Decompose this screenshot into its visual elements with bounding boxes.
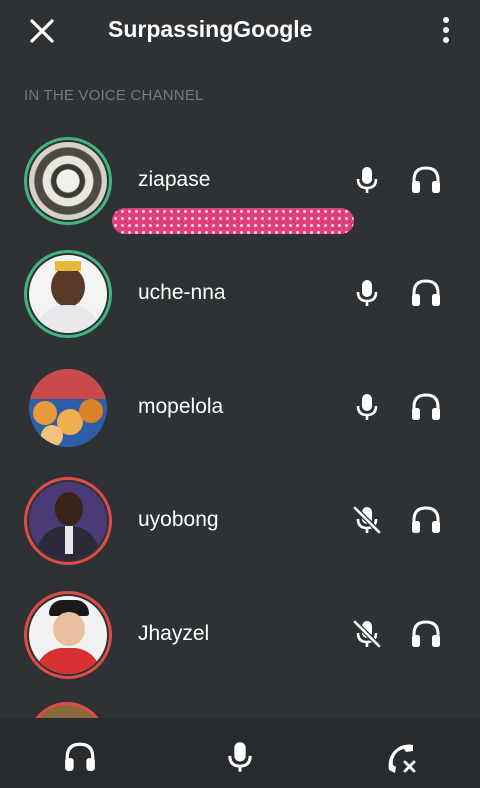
avatar xyxy=(29,369,107,447)
disconnect-call-icon[interactable] xyxy=(383,740,417,774)
member-name: Jhayzel xyxy=(138,622,210,645)
avatar-ring xyxy=(24,250,112,338)
member-row[interactable]: uyobong xyxy=(0,470,480,570)
avatar xyxy=(29,142,107,220)
member-row[interactable]: mopelola xyxy=(0,357,480,457)
headset-icon xyxy=(412,279,440,306)
member-row[interactable]: uche-nna xyxy=(0,243,480,343)
headset-icon xyxy=(412,393,440,420)
headset-icon xyxy=(412,620,440,647)
member-name: uyobong xyxy=(138,508,219,531)
mic-muted-icon xyxy=(353,620,381,648)
member-name: mopelola xyxy=(138,395,224,418)
headset-icon[interactable] xyxy=(63,740,97,774)
close-icon[interactable] xyxy=(28,17,56,45)
section-label: IN THE VOICE CHANNEL xyxy=(24,87,204,104)
channel-title: SurpassingGoogle xyxy=(108,16,313,42)
mic-muted-icon xyxy=(353,506,381,534)
avatar-ring xyxy=(24,364,112,452)
avatar xyxy=(29,596,107,674)
mic-icon xyxy=(356,167,378,193)
mic-icon[interactable] xyxy=(223,740,257,774)
mic-icon xyxy=(356,280,378,306)
top-bar: SurpassingGoogle xyxy=(0,0,480,62)
avatar xyxy=(29,255,107,333)
member-row[interactable]: Jhayzel xyxy=(0,584,480,684)
avatar-ring xyxy=(24,477,112,565)
headset-icon xyxy=(412,506,440,533)
avatar-ring xyxy=(24,137,112,225)
member-name: uche-nna xyxy=(138,281,226,304)
member-name: ziapase xyxy=(138,168,211,191)
avatar xyxy=(29,482,107,560)
avatar-ring xyxy=(24,591,112,679)
redaction-scribble xyxy=(112,208,354,234)
mic-icon xyxy=(356,394,378,420)
bottom-bar xyxy=(0,718,480,788)
more-vertical-icon[interactable] xyxy=(436,15,456,45)
headset-icon xyxy=(412,166,440,193)
